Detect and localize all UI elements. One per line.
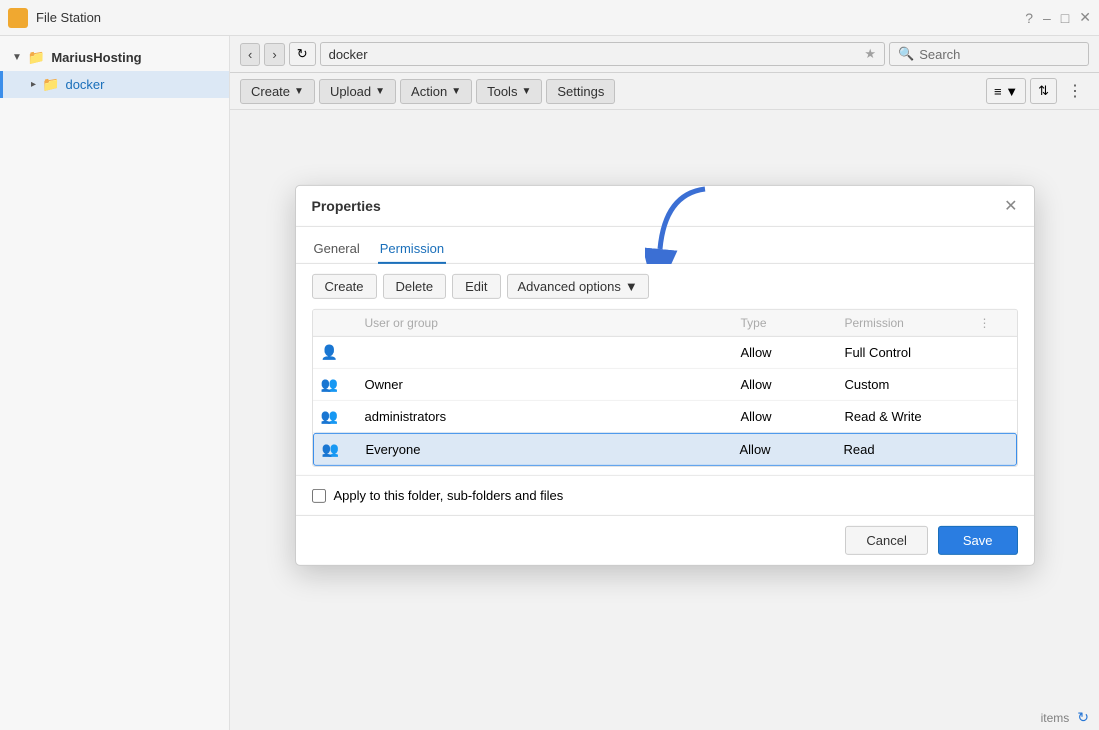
type-value: Allow bbox=[741, 345, 841, 360]
permission-value: Read & Write bbox=[845, 409, 975, 424]
advanced-chevron: ▼ bbox=[625, 279, 638, 294]
close-button[interactable]: ✕ bbox=[1079, 9, 1091, 26]
apply-label: Apply to this folder, sub-folders and fi… bbox=[334, 488, 564, 503]
col-permission: Permission bbox=[845, 316, 975, 330]
dialog-title: Properties bbox=[312, 198, 381, 214]
sidebar-child-label: docker bbox=[65, 77, 104, 92]
permission-value: Read bbox=[844, 442, 974, 457]
permission-table: User or group Type Permission ⋮ 👤 Allow … bbox=[312, 309, 1018, 467]
permission-value: Full Control bbox=[845, 345, 975, 360]
type-value: Allow bbox=[741, 409, 841, 424]
properties-dialog: Properties ✕ General Permission Create D… bbox=[295, 185, 1035, 566]
help-button[interactable]: ? bbox=[1025, 10, 1033, 26]
folder-icon: 📁 bbox=[28, 49, 45, 66]
table-row[interactable]: 👤 Allow Full Control bbox=[313, 337, 1017, 369]
col-user-group: User or group bbox=[365, 316, 737, 330]
table-row[interactable]: 👥 administrators Allow Read & Write bbox=[313, 401, 1017, 433]
table-row[interactable]: 👥 Owner Allow Custom bbox=[313, 369, 1017, 401]
user-group-value: administrators bbox=[365, 409, 737, 424]
save-button[interactable]: Save bbox=[938, 526, 1018, 555]
user-group-value: Everyone bbox=[366, 442, 736, 457]
minimize-button[interactable]: – bbox=[1043, 10, 1051, 26]
group-icon: 👥 bbox=[321, 376, 361, 393]
sidebar: ▼ 📁 MariusHosting ▸ 📁 docker bbox=[0, 36, 230, 730]
col-more[interactable]: ⋮ bbox=[979, 316, 1009, 330]
dialog-header: Properties ✕ bbox=[296, 186, 1034, 227]
col-type: Type bbox=[741, 316, 841, 330]
advanced-options-button[interactable]: Advanced options ▼ bbox=[507, 274, 649, 299]
table-row-selected[interactable]: 👥 Everyone Allow Read bbox=[313, 433, 1017, 466]
permission-value: Custom bbox=[845, 377, 975, 392]
permission-toolbar: Create Delete Edit Advanced options ▼ bbox=[296, 264, 1034, 309]
app-icon bbox=[8, 8, 28, 28]
group-icon: 👥 bbox=[321, 408, 361, 425]
table-header: User or group Type Permission ⋮ bbox=[313, 310, 1017, 337]
perm-delete-button[interactable]: Delete bbox=[383, 274, 447, 299]
group-icon: 👥 bbox=[322, 441, 362, 458]
sidebar-root-label: MariusHosting bbox=[51, 50, 141, 65]
title-bar-controls: ? – □ ✕ bbox=[1025, 9, 1091, 26]
title-bar-left: File Station bbox=[8, 8, 101, 28]
perm-edit-button[interactable]: Edit bbox=[452, 274, 500, 299]
dialog-tabs: General Permission bbox=[296, 227, 1034, 264]
cancel-button[interactable]: Cancel bbox=[845, 526, 927, 555]
maximize-button[interactable]: □ bbox=[1061, 10, 1069, 26]
sidebar-item-mariushosting[interactable]: ▼ 📁 MariusHosting bbox=[0, 44, 229, 71]
user-group-value: Owner bbox=[365, 377, 737, 392]
sidebar-item-docker[interactable]: ▸ 📁 docker bbox=[0, 71, 229, 98]
title-bar: File Station ? – □ ✕ bbox=[0, 0, 1099, 36]
dialog-footer: Cancel Save bbox=[296, 515, 1034, 565]
collapse-icon: ▼ bbox=[12, 52, 22, 63]
collapse-icon-child: ▸ bbox=[31, 79, 36, 90]
dialog-close-button[interactable]: ✕ bbox=[1004, 196, 1017, 216]
main-area: ‹ › ↻ docker ★ 🔍 Create ▼ Upload ▼ bbox=[230, 36, 1099, 730]
tab-general[interactable]: General bbox=[312, 235, 362, 264]
type-value: Allow bbox=[741, 377, 841, 392]
user-icon: 👤 bbox=[321, 344, 361, 361]
perm-create-button[interactable]: Create bbox=[312, 274, 377, 299]
tab-permission[interactable]: Permission bbox=[378, 235, 446, 264]
app-layout: ▼ 📁 MariusHosting ▸ 📁 docker ‹ › ↻ docke… bbox=[0, 36, 1099, 730]
apply-checkbox-row: Apply to this folder, sub-folders and fi… bbox=[296, 475, 1034, 515]
docker-folder-icon: 📁 bbox=[42, 76, 59, 93]
app-title: File Station bbox=[36, 10, 101, 25]
apply-checkbox[interactable] bbox=[312, 488, 326, 502]
type-value: Allow bbox=[740, 442, 840, 457]
